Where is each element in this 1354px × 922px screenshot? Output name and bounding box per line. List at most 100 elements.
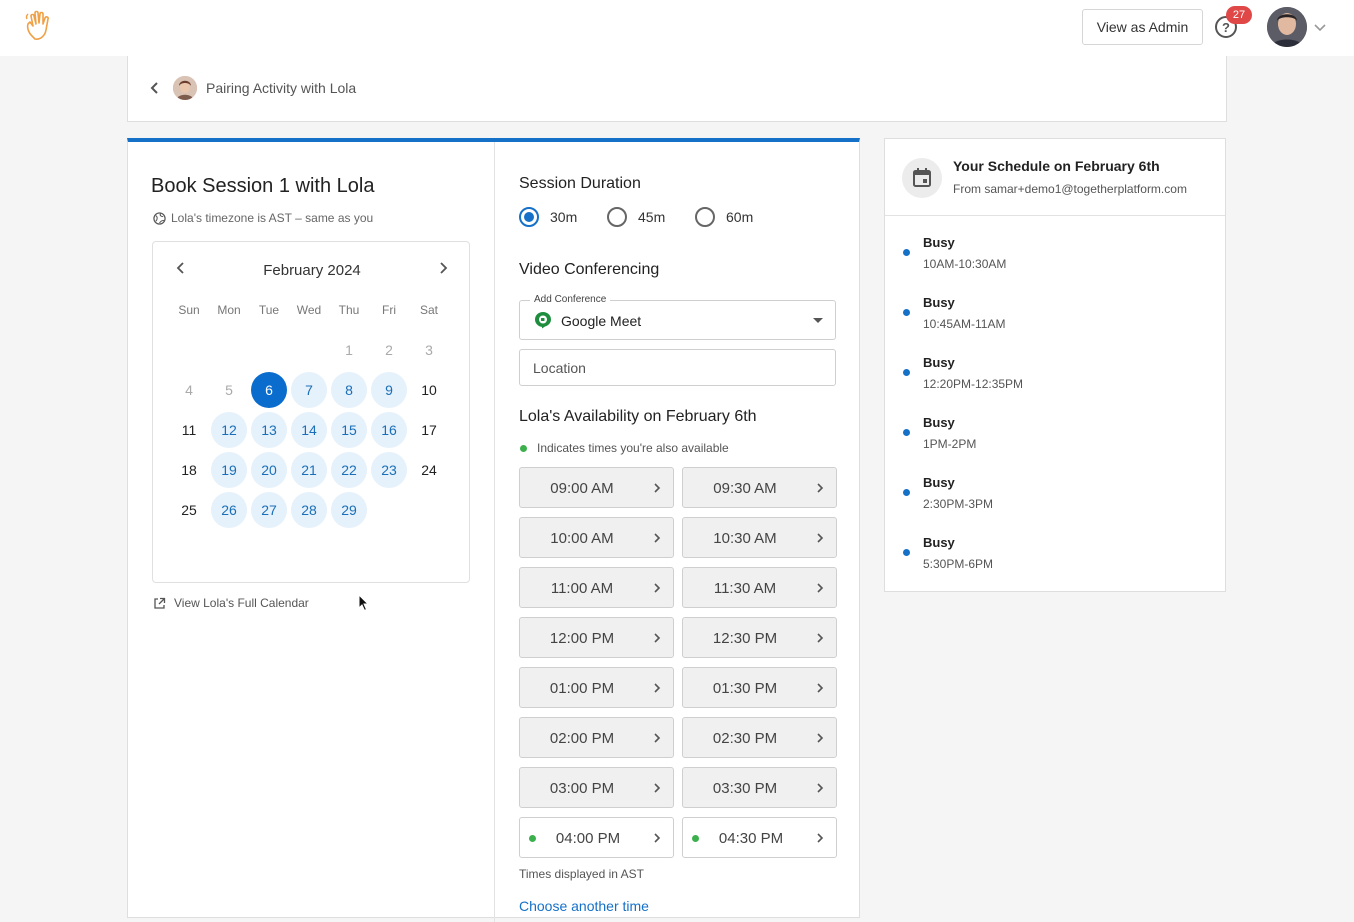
chevron-right-icon	[654, 683, 661, 693]
conference-value: Google Meet	[561, 313, 642, 329]
back-arrow-icon[interactable]	[148, 78, 160, 98]
location-input[interactable]	[519, 349, 836, 386]
calendar-icon	[902, 158, 942, 198]
time-slot-label: 11:30 AM	[713, 580, 777, 597]
calendar-day-19[interactable]: 19	[211, 452, 247, 488]
time-slot-button[interactable]: 01:00 PM	[519, 667, 674, 708]
globe-icon	[153, 211, 166, 225]
event-time: 10:45AM-11AM	[923, 317, 1006, 331]
time-slot-label: 12:00 PM	[549, 630, 615, 647]
duration-option-30m[interactable]: 30m	[519, 207, 577, 227]
time-slot-label: 11:00 AM	[550, 580, 614, 597]
calendar-day-8[interactable]: 8	[331, 372, 367, 408]
availability-legend: Indicates times you're also available	[520, 441, 729, 455]
time-slot-button[interactable]: 09:30 AM	[682, 467, 837, 508]
lola-avatar	[173, 76, 197, 100]
top-bar: View as Admin ? 27	[0, 0, 1354, 56]
calendar-day-18: 18	[181, 462, 197, 478]
time-slot-button[interactable]: 04:30 PM	[682, 817, 837, 858]
time-slot-label: 01:30 PM	[712, 680, 778, 697]
time-slot-button[interactable]: 04:00 PM	[519, 817, 674, 858]
calendar-day-15[interactable]: 15	[331, 412, 367, 448]
time-slot-label: 10:30 AM	[713, 530, 777, 547]
calendar-day-16[interactable]: 16	[371, 412, 407, 448]
chevron-right-icon	[654, 633, 661, 643]
calendar-day-26[interactable]: 26	[211, 492, 247, 528]
time-slot-button[interactable]: 03:00 PM	[519, 767, 674, 808]
calendar-day-21[interactable]: 21	[291, 452, 327, 488]
external-link-icon	[154, 597, 166, 609]
user-avatar[interactable]	[1267, 7, 1307, 47]
time-slot-button[interactable]: 03:30 PM	[682, 767, 837, 808]
calendar-day-10: 10	[421, 382, 437, 398]
view-full-calendar-label: View Lola's Full Calendar	[174, 596, 309, 610]
event-title: Busy	[923, 295, 955, 310]
calendar-day-22[interactable]: 22	[331, 452, 367, 488]
calendar-day-14[interactable]: 14	[291, 412, 327, 448]
time-slot-button[interactable]: 11:00 AM	[519, 567, 674, 608]
schedule-title: Your Schedule on February 6th	[953, 158, 1160, 174]
conference-field-label: Add Conference	[530, 294, 611, 305]
breadcrumb-title[interactable]: Pairing Activity with Lola	[206, 80, 356, 96]
column-divider	[494, 142, 495, 922]
time-slot-button[interactable]: 10:00 AM	[519, 517, 674, 558]
calendar-day-24: 24	[421, 462, 437, 478]
calendar-day-25: 25	[181, 502, 197, 518]
notification-badge: 27	[1226, 6, 1252, 24]
time-slot-button[interactable]: 10:30 AM	[682, 517, 837, 558]
calendar-day-9[interactable]: 9	[371, 372, 407, 408]
time-slot-button[interactable]: 02:00 PM	[519, 717, 674, 758]
timezone-display-note: Times displayed in AST	[519, 867, 644, 881]
calendar-day-13[interactable]: 13	[251, 412, 287, 448]
choose-another-time-link[interactable]: Choose another time	[519, 898, 649, 914]
calendar-day-29[interactable]: 29	[331, 492, 367, 528]
time-slot-button[interactable]: 01:30 PM	[682, 667, 837, 708]
event-time: 1PM-2PM	[923, 437, 977, 451]
weekday-label: Sun	[178, 303, 200, 317]
booking-card: Book Session 1 with Lola Lola's timezone…	[127, 138, 860, 922]
time-slot-button[interactable]: 09:00 AM	[519, 467, 674, 508]
event-time: 5:30PM-6PM	[923, 557, 994, 571]
calendar-day-6[interactable]: 6	[251, 372, 287, 408]
calendar-day-27[interactable]: 27	[251, 492, 287, 528]
radio-icon	[607, 207, 627, 227]
time-slot-button[interactable]: 12:30 PM	[682, 617, 837, 658]
weekday-label: Mon	[217, 303, 241, 317]
calendar-day-2: 2	[385, 342, 393, 358]
chevron-right-icon	[654, 833, 661, 843]
time-slot-label: 04:00 PM	[555, 830, 621, 847]
next-month-icon[interactable]	[435, 260, 451, 276]
calendar-day-28[interactable]: 28	[291, 492, 327, 528]
calendar-day-7[interactable]: 7	[291, 372, 327, 408]
schedule-event: Busy 1PM-2PM	[885, 415, 1225, 465]
calendar-day-23[interactable]: 23	[371, 452, 407, 488]
chevron-right-icon	[654, 583, 661, 593]
breadcrumb: Pairing Activity with Lola	[127, 56, 1227, 122]
video-conferencing-label: Video Conferencing	[519, 261, 660, 278]
duration-option-45m[interactable]: 45m	[607, 207, 665, 227]
event-title: Busy	[923, 235, 955, 250]
waving-hand-logo-icon[interactable]	[24, 10, 54, 42]
timezone-text: Lola's timezone is AST – same as you	[171, 211, 374, 225]
conference-select[interactable]: Add Conference Google Meet	[519, 294, 836, 340]
google-meet-icon	[535, 312, 551, 329]
view-as-admin-button[interactable]: View as Admin	[1082, 9, 1203, 45]
view-full-calendar-link[interactable]: View Lola's Full Calendar	[153, 596, 309, 610]
weekday-label: Sat	[419, 303, 438, 317]
schedule-header: Your Schedule on February 6th From samar…	[885, 139, 1225, 216]
event-time: 10AM-10:30AM	[923, 257, 1007, 271]
time-slot-label: 10:00 AM	[550, 530, 614, 547]
event-title: Busy	[923, 415, 955, 430]
time-slot-button[interactable]: 02:30 PM	[682, 717, 837, 758]
weekday-label: Thu	[338, 303, 360, 317]
mutual-availability-dot-icon	[520, 444, 527, 452]
calendar-day-20[interactable]: 20	[251, 452, 287, 488]
time-slot-button[interactable]: 12:00 PM	[519, 617, 674, 658]
time-slot-button[interactable]: 11:30 AM	[682, 567, 837, 608]
calendar-day-12[interactable]: 12	[211, 412, 247, 448]
duration-30m-label: 30m	[550, 209, 578, 225]
mouse-cursor-icon	[358, 594, 370, 612]
duration-option-60m[interactable]: 60m	[695, 207, 753, 227]
chevron-down-icon[interactable]	[1313, 20, 1327, 34]
chevron-right-icon	[817, 483, 824, 493]
